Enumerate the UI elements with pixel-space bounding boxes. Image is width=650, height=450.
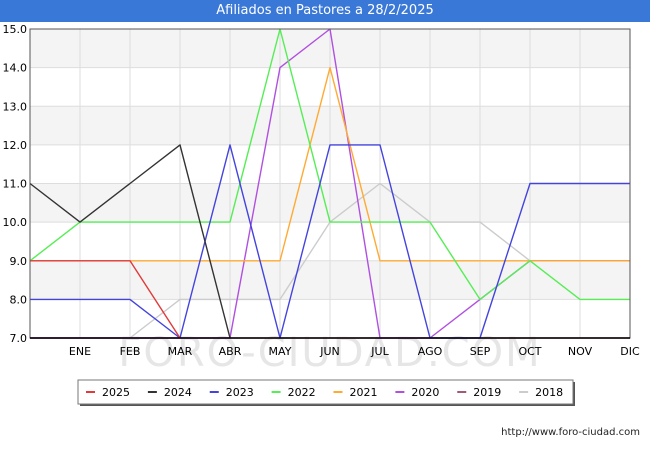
x-tick-label: ABR [219, 345, 242, 358]
x-tick-label: SEP [470, 345, 491, 358]
x-tick-label: NOV [568, 345, 593, 358]
chart: FORO-CIUDAD.COM 7.08.09.010.011.012.013.… [3, 23, 640, 406]
y-tick-labels: 7.0 8.0 9.0 10.0 11.0 12.0 13.0 14.0 15.0 [3, 23, 28, 345]
y-tick-label: 15.0 [3, 23, 28, 36]
legend-label-2018: 2018 [535, 386, 563, 399]
y-tick-label: 9.0 [10, 255, 28, 268]
footer-url[interactable]: http://www.foro-ciudad.com [501, 427, 640, 438]
legend-label-2019: 2019 [473, 386, 501, 399]
legend-label-2023: 2023 [226, 386, 254, 399]
y-tick-label: 11.0 [3, 178, 28, 191]
y-tick-label: 8.0 [10, 293, 28, 306]
x-tick-label: DIC [620, 345, 640, 358]
x-tick-label: OCT [518, 345, 541, 358]
x-tick-label: MAR [168, 345, 193, 358]
x-tick-label: JUN [319, 345, 340, 358]
x-tick-label: ENE [69, 345, 91, 358]
x-tick-label: AGO [418, 345, 443, 358]
legend: 2025 2024 2023 2022 2021 2020 2019 2018 [77, 379, 575, 406]
y-tick-label: 13.0 [3, 100, 28, 113]
legend-label-2024: 2024 [164, 386, 192, 399]
x-tick-label: JUL [370, 345, 389, 358]
legend-label-2022: 2022 [288, 386, 316, 399]
x-tick-label: FEB [120, 345, 141, 358]
x-tick-label: MAY [269, 345, 292, 358]
legend-label-2020: 2020 [411, 386, 439, 399]
y-tick-label: 7.0 [10, 332, 28, 345]
y-tick-label: 10.0 [3, 216, 28, 229]
y-tick-label: 14.0 [3, 62, 28, 75]
legend-label-2025: 2025 [102, 386, 130, 399]
legend-label-2021: 2021 [350, 386, 378, 399]
y-tick-label: 12.0 [3, 139, 28, 152]
